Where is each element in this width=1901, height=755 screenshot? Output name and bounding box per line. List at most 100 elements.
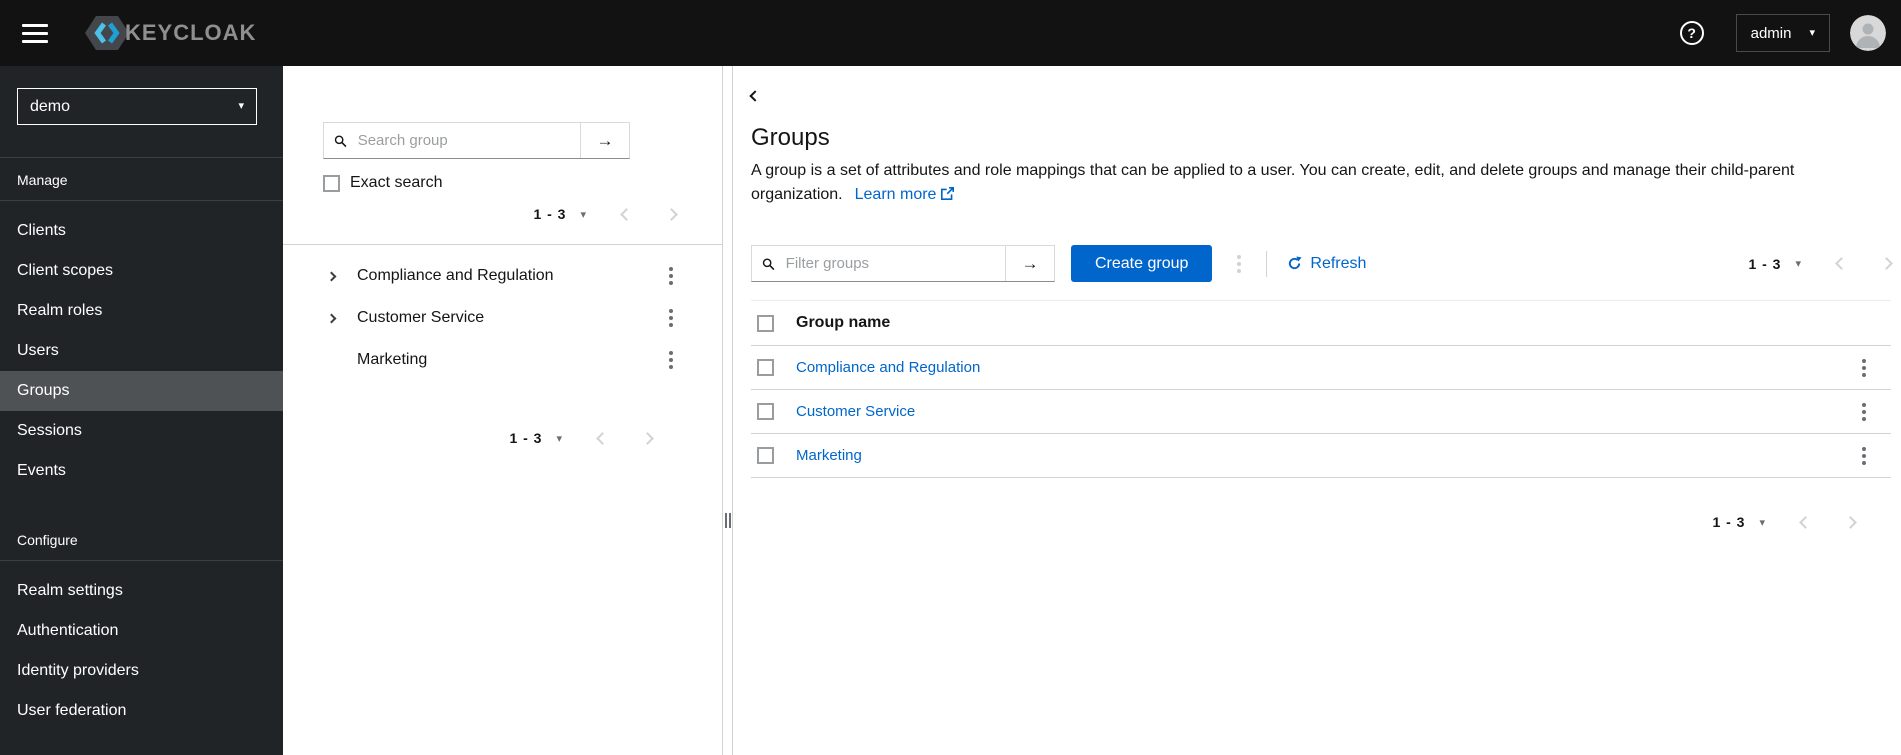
drag-handle-icon[interactable] [725,513,731,528]
help-icon[interactable]: ? [1679,21,1704,45]
search-submit-button[interactable]: → [580,123,629,158]
sidebar-item-authentication[interactable]: Authentication [0,611,283,651]
filter-submit-button[interactable]: → [1005,246,1054,281]
keycloak-hexagon-icon [85,16,129,50]
user-dropdown[interactable]: admin ▾ [1735,14,1830,52]
sidebar-item-events[interactable]: Events [0,451,283,491]
filter-groups-input[interactable] [783,254,995,273]
sidebar-item-client-scopes[interactable]: Client scopes [0,251,283,291]
chevron-left-icon [596,431,609,445]
keycloak-admin-console: KEYCLOAK ? admin ▾ demo ▾ Manage Clients… [0,0,1901,755]
table-pagination-bottom: 1 - 3 ▾ [751,514,1891,530]
pagination-caret-icon[interactable]: ▾ [1759,516,1765,529]
kebab-menu-icon[interactable] [1859,399,1869,425]
sidebar-item-user-federation[interactable]: User federation [0,691,283,731]
pagination-prev-button[interactable] [620,207,633,221]
arrow-right-icon: → [596,131,614,150]
tree-item-label[interactable]: Customer Service [357,309,484,327]
chevron-down-icon: ▾ [1809,26,1815,39]
sidebar-item-groups[interactable]: Groups [0,371,283,411]
pagination-prev-button[interactable] [596,431,609,445]
group-tree: Compliance and Regulation Customer Servi… [283,245,722,381]
table-pagination-top: 1 - 3 ▾ [1748,256,1893,272]
refresh-button[interactable]: Refresh [1287,255,1366,273]
column-header-group-name: Group name [796,314,891,331]
toolbar-kebab-menu-icon[interactable] [1234,251,1244,277]
tree-item-label[interactable]: Compliance and Regulation [357,267,554,285]
table-row: Marketing [751,434,1891,478]
pagination-caret-icon[interactable]: ▾ [580,208,586,221]
search-group-input[interactable] [355,131,570,150]
group-link[interactable]: Compliance and Regulation [796,359,980,376]
sidebar-item-identity-providers[interactable]: Identity providers [0,651,283,691]
tree-item-label[interactable]: Marketing [357,351,427,369]
refresh-icon [1289,256,1302,270]
create-group-button[interactable]: Create group [1071,245,1213,282]
kebab-menu-icon[interactable] [1859,355,1869,381]
pagination-range: 1 - 3 [509,430,543,446]
table-row: Customer Service [751,390,1891,434]
groups-toolbar: → Create group Refresh 1 - 3 ▾ [751,245,1893,282]
chevron-right-icon [665,207,678,221]
search-icon [762,257,775,270]
masthead-actions: ? admin ▾ [1679,14,1901,52]
panel-splitter[interactable] [723,66,733,755]
chevron-right-icon [641,431,654,445]
kebab-menu-icon[interactable] [666,347,676,373]
pagination-next-button[interactable] [665,207,678,221]
search-icon [334,134,347,147]
chevron-right-icon [1880,257,1893,270]
chevron-down-icon: ▾ [238,100,244,112]
pagination-prev-button[interactable] [1799,515,1812,529]
sidebar-item-realm-roles[interactable]: Realm roles [0,291,283,331]
keycloak-logo: KEYCLOAK [84,14,256,52]
hamburger-menu-icon[interactable] [22,20,48,47]
tree-pagination-bottom: 1 - 3 ▾ [283,430,722,446]
page-title: Groups [751,124,830,151]
row-checkbox[interactable] [757,447,774,464]
sidebar-item-users[interactable]: Users [0,331,283,371]
expand-icon[interactable] [326,313,342,323]
tree-item[interactable]: Marketing [283,339,722,381]
kebab-menu-icon[interactable] [1859,443,1869,469]
table-header-row: Group name [751,301,1891,346]
pagination-caret-icon[interactable]: ▾ [1795,257,1801,270]
row-checkbox[interactable] [757,403,774,420]
sidebar-nav-configure: Realm settings Authentication Identity p… [0,561,283,731]
group-link[interactable]: Marketing [796,447,862,464]
pagination-range: 1 - 3 [533,206,567,222]
kebab-menu-icon[interactable] [666,263,676,289]
group-link[interactable]: Customer Service [796,403,915,420]
refresh-label: Refresh [1310,254,1367,272]
tree-item[interactable]: Customer Service [283,297,722,339]
toolbar-divider [1266,250,1268,277]
avatar[interactable] [1850,15,1886,51]
sidebar-item-sessions[interactable]: Sessions [0,411,283,451]
group-tree-header: → Exact search 1 - 3 ▾ [283,66,722,222]
sidebar-nav-manage: Clients Client scopes Realm roles Users … [0,201,283,491]
brand-text: KEYCLOAK [125,20,257,45]
pagination-next-button[interactable] [1880,257,1893,270]
tree-item[interactable]: Compliance and Regulation [283,255,722,297]
sidebar-section-configure: Configure [17,532,78,548]
pagination-range: 1 - 3 [1712,514,1746,530]
filter-groups-group: → [751,245,1055,282]
row-checkbox[interactable] [757,359,774,376]
exact-search-checkbox[interactable] [323,174,340,192]
kebab-menu-icon[interactable] [666,305,676,331]
chevron-left-icon [749,90,761,102]
sidebar-item-realm-settings[interactable]: Realm settings [0,571,283,611]
pagination-next-button[interactable] [1844,515,1857,529]
realm-selector[interactable]: demo ▾ [17,88,257,125]
groups-main-panel: Groups A group is a set of attributes an… [733,66,1901,755]
collapse-drawer-button[interactable] [749,90,761,102]
pagination-caret-icon[interactable]: ▾ [556,432,562,445]
learn-more-link[interactable]: Learn more [855,186,955,203]
page-body: demo ▾ Manage Clients Client scopes Real… [0,66,1901,755]
pagination-next-button[interactable] [641,431,654,445]
pagination-prev-button[interactable] [1835,257,1848,270]
sidebar-item-clients[interactable]: Clients [0,211,283,251]
select-all-checkbox[interactable] [757,314,774,332]
expand-icon[interactable] [326,271,342,281]
sidebar-section-manage: Manage [17,172,68,188]
